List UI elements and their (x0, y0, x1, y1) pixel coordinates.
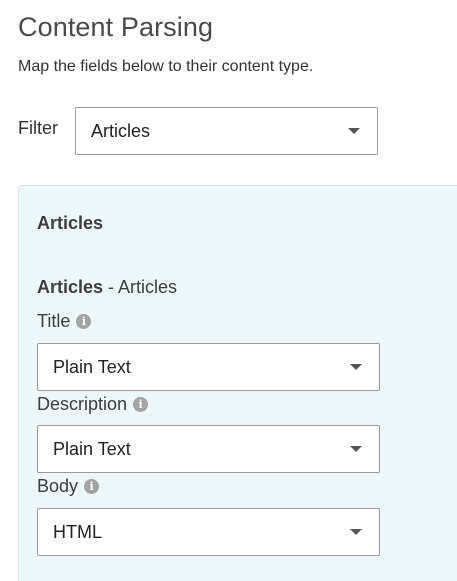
section-heading-bold: Articles (37, 277, 104, 297)
info-icon[interactable]: i (76, 314, 92, 329)
info-icon[interactable]: i (84, 479, 100, 494)
field-label-description: Description i (37, 394, 149, 415)
content-parsing-page: Content Parsing Map the fields below to … (0, 0, 457, 581)
filter-label: Filter (18, 118, 58, 138)
page-subtitle: Map the fields below to their content ty… (18, 58, 314, 75)
panel-heading: Articles (37, 213, 104, 233)
chevron-down-icon (348, 128, 360, 134)
page-title: Content Parsing (18, 12, 214, 42)
field-label-title: Title i (37, 311, 92, 332)
filter-select-value: Articles (91, 120, 151, 141)
section-heading: Articles - Articles (37, 277, 177, 298)
chevron-down-icon (350, 446, 362, 452)
section-heading-rest: - Articles (103, 277, 178, 297)
field-label-body: Body i (37, 476, 100, 497)
field-label-text: Title (37, 311, 71, 331)
description-type-select[interactable]: Plain Text (37, 425, 380, 473)
title-type-select[interactable]: Plain Text (37, 343, 380, 391)
body-type-select[interactable]: HTML (37, 508, 380, 556)
chevron-down-icon (350, 364, 362, 370)
field-label-text: Description (37, 394, 128, 414)
body-type-value: HTML (53, 521, 102, 542)
info-icon[interactable]: i (133, 397, 149, 412)
field-label-text: Body (37, 476, 79, 496)
description-type-value: Plain Text (53, 438, 131, 459)
title-type-value: Plain Text (53, 356, 131, 377)
chevron-down-icon (350, 529, 362, 535)
filter-select[interactable]: Articles (75, 107, 378, 155)
